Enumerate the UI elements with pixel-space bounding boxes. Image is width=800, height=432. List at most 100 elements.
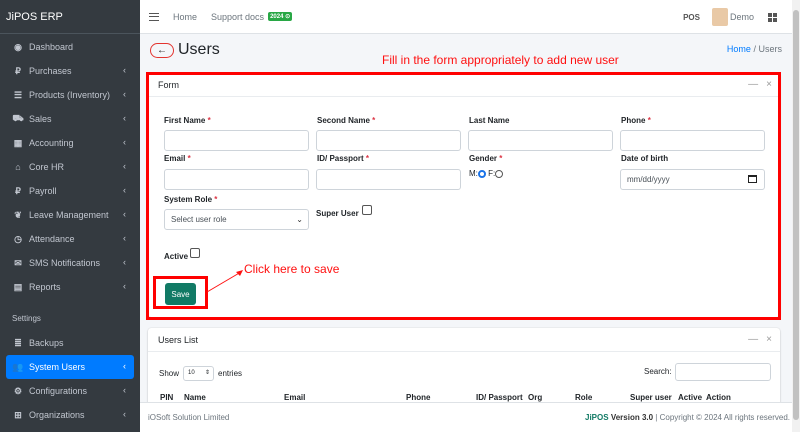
active-checkbox[interactable] — [190, 248, 200, 258]
chevron-left-icon: ‹ — [123, 65, 126, 75]
last-name-label: Last Name — [469, 116, 510, 125]
users-list-tools: — × — [740, 328, 772, 352]
second-name-label: Second Name * — [317, 116, 376, 125]
brand-logo[interactable]: JiPOS ERP — [0, 0, 140, 34]
sidebar-item-system-users[interactable]: 👥 System Users ‹ — [6, 355, 134, 379]
sidebar-item-sms-notifications[interactable]: ✉ SMS Notifications ‹ — [0, 251, 140, 275]
breadcrumb-home[interactable]: Home — [727, 44, 751, 54]
ruble-icon: ₽ — [15, 65, 21, 76]
id-passport-input[interactable] — [316, 169, 461, 190]
sidebar-item-purchases[interactable]: ₽ Purchases ‹ — [0, 59, 140, 83]
page-scrollbar[interactable] — [792, 0, 800, 432]
search-label: Search: — [644, 367, 672, 376]
sidebar-nav: ◉ Dashboard ₽ Purchases ‹ ☰ Products (Inventor… — [0, 35, 140, 299]
sidebar-item-leave-management[interactable]: ❦ Leave Management ‹ — [0, 203, 140, 227]
sidebar-item-label: Dashboard — [29, 42, 74, 52]
id-passport-label: ID/ Passport * — [317, 154, 370, 163]
nav-support-docs-link[interactable]: Support docs — [211, 12, 264, 22]
gear-icon: ⚙ — [13, 385, 23, 396]
column-header-org[interactable]: Org — [528, 393, 542, 402]
super-user-checkbox[interactable] — [362, 205, 372, 215]
user-name[interactable]: Demo — [730, 12, 754, 22]
chevron-left-icon: ‹ — [123, 185, 126, 195]
column-header-active[interactable]: Active — [678, 393, 702, 402]
footer-version: JiPOS Version 3.0 | Copyright © 2024 All… — [585, 413, 790, 422]
column-header-id-passport[interactable]: ID/ Passport — [476, 393, 523, 402]
sidebar-item-accounting[interactable]: ▦ Accounting ‹ — [0, 131, 140, 155]
scrollbar-thumb[interactable] — [793, 10, 799, 420]
phone-input[interactable] — [620, 130, 765, 151]
sidebar-item-dashboard[interactable]: ◉ Dashboard — [0, 35, 140, 59]
top-right-menu: POS Demo — [683, 0, 800, 34]
entries-length-control: Show 10 ⇕ entries — [159, 366, 242, 381]
file-icon: ▤ — [13, 281, 23, 292]
database-icon: ≣ — [14, 337, 22, 348]
back-button[interactable]: ← — [150, 43, 174, 58]
cart-icon: ⛟ — [12, 113, 24, 123]
sidebar-item-label: Purchases — [29, 66, 72, 76]
app: JiPOS ERP ◉ Dashboard ₽ Purchases ‹ ☰ Products… — [0, 0, 800, 432]
chevron-left-icon: ‹ — [123, 209, 126, 219]
sms-icon: ✉ — [14, 257, 22, 268]
column-header-pin[interactable]: PIN — [160, 393, 173, 402]
save-button[interactable]: Save — [165, 283, 196, 305]
first-name-input[interactable] — [164, 130, 309, 151]
column-header-phone[interactable]: Phone — [406, 393, 430, 402]
sidebar-item-label: Accounting — [29, 138, 74, 148]
list-icon: ☰ — [13, 89, 23, 100]
sidebar-item-label: Leave Management — [29, 210, 109, 220]
search-input[interactable] — [675, 363, 771, 381]
close-icon[interactable]: × — [766, 334, 772, 345]
ruble-icon: ₽ — [15, 185, 21, 196]
nav-home-link[interactable]: Home — [173, 12, 197, 22]
dob-input[interactable]: mm/dd/yyyy — [620, 169, 765, 190]
gender-label: Gender * — [469, 154, 503, 163]
sidebar-item-sales[interactable]: ⛟ Sales ‹ — [0, 107, 140, 131]
chevron-left-icon: ‹ — [123, 361, 126, 371]
sidebar-item-backups[interactable]: ≣ Backups — [0, 331, 140, 355]
collapse-icon[interactable]: — — [748, 334, 758, 345]
sidebar-item-products-inventory[interactable]: ☰ Products (Inventory) ‹ — [0, 83, 140, 107]
sidebar-settings-nav: ≣ Backups 👥 System Users ‹ ⚙ Configurations ‹ ⊞ O… — [0, 331, 140, 427]
sidebar-item-attendance[interactable]: ◷ Attendance ‹ — [0, 227, 140, 251]
column-header-role[interactable]: Role — [575, 393, 592, 402]
chevron-left-icon: ‹ — [123, 233, 126, 243]
annotation-fill-form: Fill in the form appropriately to add ne… — [382, 53, 619, 67]
apps-grid-icon[interactable] — [768, 12, 777, 22]
sidebar-item-label: System Users — [29, 362, 86, 372]
chevron-left-icon: ‹ — [123, 257, 126, 267]
gender-radio-group: M: F: — [469, 169, 504, 178]
entries-select[interactable]: 10 ⇕ — [183, 366, 215, 381]
gender-male-radio[interactable] — [477, 169, 486, 178]
sidebar-item-label: Sales — [29, 114, 52, 124]
check-icon: ⊙ — [285, 14, 291, 20]
gender-female-radio[interactable] — [495, 169, 504, 178]
sidebar-item-core-hr[interactable]: ⌂ Core HR ‹ — [0, 155, 140, 179]
annotation-click-save: Click here to save — [244, 262, 340, 276]
sidebar-item-label: Core HR — [29, 162, 65, 172]
system-role-select[interactable]: Select user role ⌄ — [164, 209, 309, 230]
avatar[interactable] — [711, 8, 728, 26]
column-header-action[interactable]: Action — [706, 393, 731, 402]
dashboard-icon: ◉ — [14, 41, 22, 52]
pos-link[interactable]: POS — [683, 13, 700, 22]
sidebar: JiPOS ERP ◉ Dashboard ₽ Purchases ‹ ☰ Products… — [0, 0, 140, 432]
sidebar-item-label: Reports — [29, 282, 61, 292]
column-header-name[interactable]: Name — [184, 393, 206, 402]
sidebar-item-reports[interactable]: ▤ Reports ‹ — [0, 275, 140, 299]
dob-label: Date of birth — [621, 154, 669, 163]
calendar-icon[interactable] — [748, 175, 757, 183]
column-header-super-user[interactable]: Super user — [630, 393, 672, 402]
second-name-input[interactable] — [316, 130, 461, 151]
sidebar-item-configurations[interactable]: ⚙ Configurations ‹ — [0, 379, 140, 403]
sidebar-item-payroll[interactable]: ₽ Payroll ‹ — [0, 179, 140, 203]
last-name-input[interactable] — [468, 130, 613, 151]
column-header-email[interactable]: Email — [284, 393, 305, 402]
menu-toggle-icon[interactable] — [149, 12, 159, 21]
sidebar-item-organizations[interactable]: ⊞ Organizations ‹ — [0, 403, 140, 427]
email-input[interactable] — [164, 169, 309, 190]
users-icon: 👥 — [12, 361, 24, 372]
sidebar-item-label: Configurations — [29, 386, 88, 396]
sidebar-item-label: Products (Inventory) — [29, 90, 111, 100]
annotation-arrow — [206, 270, 243, 293]
